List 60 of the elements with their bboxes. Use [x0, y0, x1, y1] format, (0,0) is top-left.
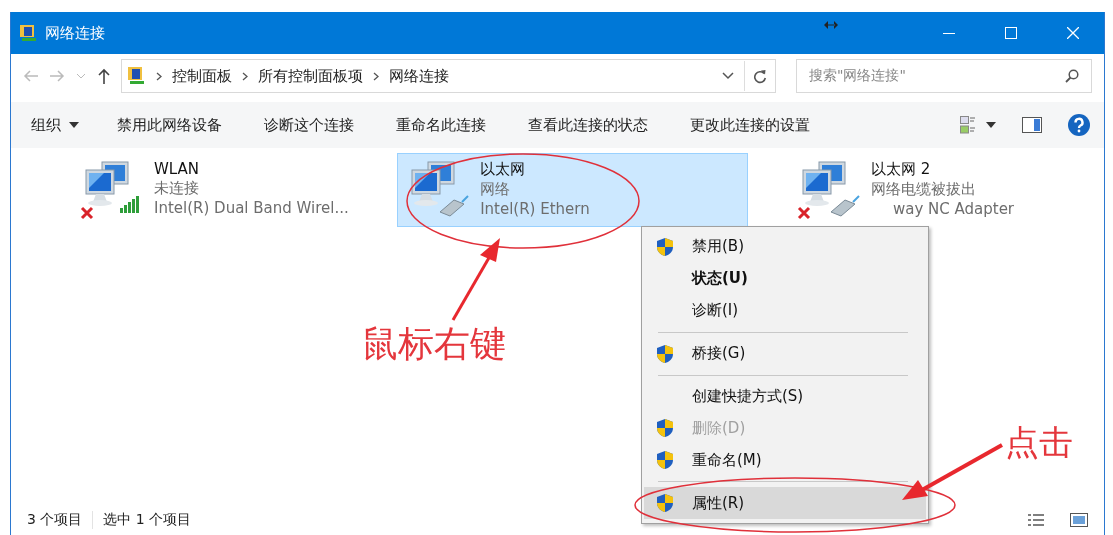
- menu-item[interactable]: 诊断(I): [644, 294, 926, 327]
- adapter-status: 网络电缆被拔出: [870, 180, 977, 199]
- search-field[interactable]: 搜索"网络连接": [796, 59, 1092, 93]
- toolbar-command[interactable]: 重命名此连接: [390, 111, 492, 139]
- address-bar[interactable]: 控制面板 所有控制面板项 网络连接: [121, 59, 776, 93]
- chevron-right-icon: [156, 71, 162, 81]
- chevron-right-icon: [373, 71, 379, 81]
- control-panel-icon: [126, 66, 146, 86]
- adapter-status: 网络: [480, 180, 512, 199]
- selection-count: 选中 1 个项目: [103, 511, 192, 529]
- adapter-status: 未连接: [154, 179, 200, 198]
- adapter-device: way NC Adapter: [891, 200, 1015, 218]
- network-adapter-item[interactable]: 以太网 2 网络电缆被拔出 way NC Adapter: [787, 153, 1104, 227]
- menu-item[interactable]: 桥接(G): [644, 337, 926, 370]
- menu-item[interactable]: 创建快捷方式(S): [644, 380, 926, 413]
- adapter-device: Intel(R) Ethern: [480, 200, 590, 218]
- signal-bars-icon: [120, 196, 139, 213]
- maximize-icon: [1005, 27, 1017, 39]
- view-options-icon[interactable]: [960, 116, 976, 134]
- window-title: 网络连接: [45, 23, 105, 43]
- refresh-icon[interactable]: [753, 68, 767, 84]
- large-icons-view-icon[interactable]: [1070, 513, 1088, 527]
- preview-pane-icon[interactable]: [1022, 117, 1042, 133]
- breadcrumb[interactable]: 网络连接: [389, 66, 449, 86]
- menu-item[interactable]: 状态(U): [644, 262, 926, 295]
- toolbar-command[interactable]: 禁用此网络设备: [111, 111, 228, 139]
- adapter-name: 以太网 2: [870, 160, 932, 179]
- breadcrumb[interactable]: 控制面板: [172, 66, 232, 86]
- toolbar-command[interactable]: 查看此连接的状态: [522, 111, 654, 139]
- search-icon: [1065, 69, 1079, 83]
- menu-item[interactable]: 禁用(B): [644, 231, 926, 263]
- adapter-name: 以太网: [480, 160, 527, 179]
- caret-icon[interactable]: [986, 122, 996, 128]
- breadcrumb[interactable]: 所有控制面板项: [258, 66, 363, 86]
- network-cable-icon: [830, 195, 860, 217]
- resize-cursor-icon: [824, 21, 838, 29]
- network-cable-icon: [439, 195, 470, 217]
- network-adapter-item[interactable]: 以太网 网络 Intel(R) Ethern: [397, 153, 748, 227]
- caret-icon: [69, 122, 79, 128]
- item-count: 3 个项目: [27, 511, 83, 529]
- organize-menu[interactable]: 组织: [25, 111, 85, 139]
- network-adapter-item[interactable]: WLAN 未连接 Intel(R) Dual Band Wirel...: [71, 153, 378, 227]
- annotation-text: 鼠标右键: [362, 322, 506, 366]
- chevron-right-icon: [242, 71, 248, 81]
- details-view-icon[interactable]: [1028, 513, 1044, 527]
- computers-icon: [85, 161, 129, 206]
- computers-icon: [802, 161, 846, 206]
- computers-icon: [411, 161, 455, 206]
- help-icon[interactable]: [1068, 114, 1090, 136]
- menu-item[interactable]: 属性(R): [644, 487, 926, 519]
- menu-item[interactable]: 重命名(M): [644, 444, 926, 477]
- toolbar-command[interactable]: 诊断这个连接: [258, 111, 360, 139]
- network-folder-icon: [19, 24, 39, 42]
- adapter-device: Intel(R) Dual Band Wirel...: [154, 199, 349, 217]
- chevron-down-icon[interactable]: [722, 72, 734, 80]
- adapter-name: WLAN: [154, 160, 200, 178]
- close-icon: [1067, 27, 1079, 39]
- annotation-text: 点击: [1005, 421, 1073, 464]
- toolbar-command[interactable]: 更改此连接的设置: [684, 111, 816, 139]
- up-arrow-icon[interactable]: [97, 68, 111, 84]
